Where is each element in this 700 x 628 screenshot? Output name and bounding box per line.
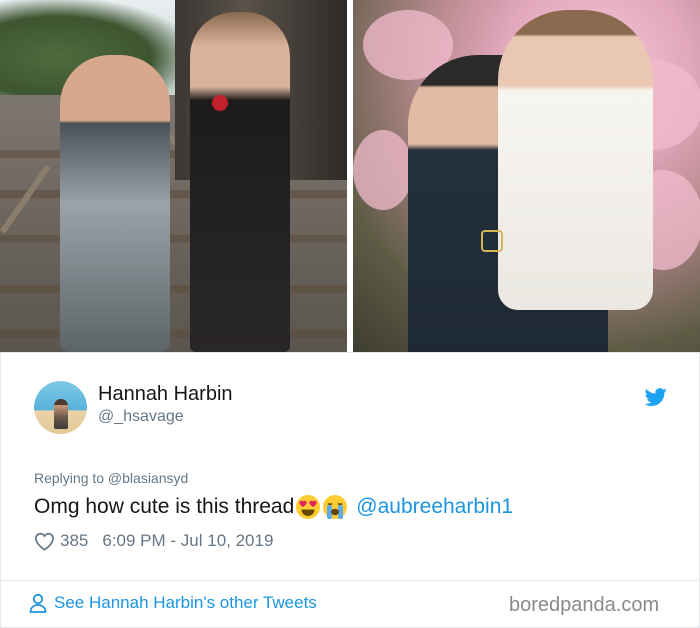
heart-eyes-face-icon: [296, 495, 321, 519]
tweet-meta: 385 6:09 PM - Jul 10, 2019: [34, 531, 273, 551]
girl-figure: [60, 55, 170, 352]
avatar[interactable]: [34, 381, 87, 434]
tweet-card[interactable]: Hannah Harbin @_hsavage Replying to @bla…: [0, 352, 700, 628]
tweet-body: Omg how cute is this thread: [34, 495, 295, 518]
person-icon: [29, 593, 47, 613]
prom-photo[interactable]: [0, 0, 347, 352]
uniform-insignia: [481, 230, 503, 252]
see-other-tweets-label[interactable]: See Hannah Harbin's other Tweets: [54, 593, 317, 613]
mention-link[interactable]: @aubreeharbin1: [356, 495, 513, 519]
tweet-media: [0, 0, 700, 352]
avatar-person: [54, 399, 68, 429]
railroad-tie: [0, 330, 347, 338]
railroad-tie: [0, 285, 347, 293]
display-name[interactable]: Hannah Harbin: [98, 383, 233, 406]
boutonniere: [212, 95, 228, 111]
tweet-text: Omg how cute is this thread @aubreeharbi…: [34, 494, 513, 520]
replying-to[interactable]: Replying to @blasiansyd: [34, 470, 188, 486]
like-count[interactable]: 385: [60, 531, 88, 551]
railroad-tie: [0, 235, 347, 243]
twitter-bird-icon[interactable]: [644, 386, 668, 408]
heart-icon[interactable]: [34, 532, 55, 551]
wedding-photo[interactable]: [353, 0, 700, 352]
boredpanda-watermark: boredpanda.com: [509, 594, 660, 616]
blossom: [353, 130, 413, 210]
loudly-crying-face-icon: [323, 495, 348, 519]
divider: [1, 580, 700, 581]
railroad-tie: [0, 190, 347, 198]
user-handle[interactable]: @_hsavage: [98, 408, 184, 426]
tweet-timestamp[interactable]: 6:09 PM - Jul 10, 2019: [102, 531, 273, 551]
see-other-tweets-link[interactable]: See Hannah Harbin's other Tweets: [29, 593, 317, 613]
boy-figure: [190, 12, 290, 352]
bride-figure: [498, 10, 653, 310]
